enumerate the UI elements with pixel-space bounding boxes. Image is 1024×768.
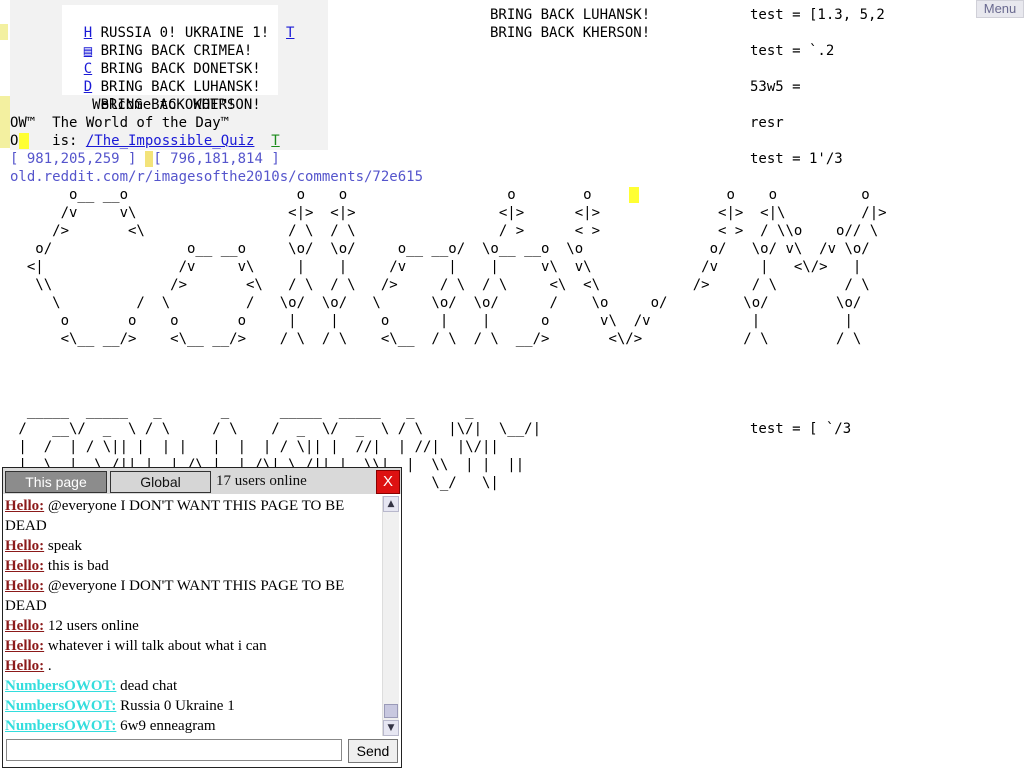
chat-message: Hello: speak — [4, 536, 382, 556]
test-line-6: test = [ `/3 — [750, 421, 852, 437]
chat-message: Hello: whatever i will talk about what i… — [4, 636, 382, 656]
world-line-1: H RUSSIA 0! UKRAINE 1! T — [50, 6, 295, 41]
chat-nickname[interactable]: NumbersOWOT: — [5, 698, 116, 714]
chat-nickname[interactable]: Hello: — [5, 658, 44, 674]
wotd-link[interactable]: /The_Impossible_Quiz — [86, 133, 255, 149]
coords-b: [ 796,181,814 ] — [153, 151, 280, 167]
link-t[interactable]: T — [286, 25, 294, 41]
scroll-down-icon[interactable]: ▼ — [383, 720, 399, 736]
chat-message: Hello: 12 users online — [4, 616, 382, 636]
tab-global[interactable]: Global — [110, 471, 211, 493]
chat-nickname[interactable]: NumbersOWOT: — [5, 718, 116, 734]
left-yellow-strip — [0, 24, 8, 40]
chat-text: @everyone I DON'T WANT THIS PAGE TO BE D… — [5, 498, 345, 534]
scroll-up-icon[interactable]: ▲ — [383, 496, 399, 512]
chat-text: dead chat — [116, 678, 178, 694]
chat-message: Hello: @everyone I DON'T WANT THIS PAGE … — [4, 496, 382, 536]
menu-button[interactable]: Menu — [976, 0, 1024, 18]
chat-log[interactable]: Hello: @everyone I DON'T WANT THIS PAGE … — [4, 496, 382, 736]
chat-scrollbar[interactable]: ▲ ▼ — [382, 496, 399, 736]
world-line-4: D BRING BACK LUHANSK! — [50, 60, 261, 95]
welcome-text: Welcome to OWOT™! — [50, 97, 236, 113]
chat-text: speak — [44, 538, 83, 554]
chat-text: whatever i will talk about what i can — [44, 638, 267, 654]
cursor-highlight-1 — [19, 133, 29, 149]
test-line-4: resr — [750, 115, 784, 131]
chat-message: Hello: . — [4, 656, 382, 676]
right-luhansk: BRING BACK LUHANSK! — [490, 7, 651, 23]
chat-nickname[interactable]: Hello: — [5, 498, 44, 514]
chat-text: 12 users online — [44, 618, 139, 634]
chat-text: Russia 0 Ukraine 1 — [116, 698, 235, 714]
chat-message: Hello: @everyone I DON'T WANT THIS PAGE … — [4, 576, 382, 616]
test-line-5: test = 1'/3 — [750, 151, 843, 167]
users-online-count: 17 users online — [216, 473, 307, 489]
reddit-url: old.reddit.com/r/imagesofthe2010s/commen… — [10, 169, 424, 185]
chat-header: This page Global 17 users online X — [3, 468, 401, 494]
chat-nickname[interactable]: Hello: — [5, 558, 44, 574]
test-line-3: 53w5 = — [750, 79, 801, 95]
test-line-1: test = [1.3, 5,2 — [750, 7, 885, 23]
wotd-row: O is: /The_Impossible_Quiz T — [10, 133, 280, 149]
world-line-3: C BRING BACK DONETSK! — [50, 42, 261, 77]
test-line-2: test = `.2 — [750, 43, 835, 59]
coords-a: [ 981,205,259 ] — [10, 151, 137, 167]
chat-nickname[interactable]: NumbersOWOT: — [5, 678, 116, 694]
chat-message: NumbersOWOT: 6w9 enneagram — [4, 716, 382, 736]
scroll-thumb[interactable] — [384, 704, 398, 718]
wotd-label: OW™ The World of the Day™ — [10, 115, 230, 131]
chat-message: NumbersOWOT: Russia 0 Ukraine 1 — [4, 696, 382, 716]
link-t2[interactable]: T — [271, 133, 279, 149]
chat-text: 6w9 enneagram — [116, 718, 216, 734]
send-button[interactable]: Send — [348, 739, 398, 763]
chat-text: @everyone I DON'T WANT THIS PAGE TO BE D… — [5, 578, 345, 614]
chat-nickname[interactable]: Hello: — [5, 538, 44, 554]
close-chat-button[interactable]: X — [376, 470, 400, 494]
chat-message: NumbersOWOT: dead chat — [4, 676, 382, 696]
chat-nickname[interactable]: Hello: — [5, 578, 44, 594]
tab-this-page[interactable]: This page — [5, 471, 107, 493]
chat-message: Hello: this is bad — [4, 556, 382, 576]
right-kherson: BRING BACK KHERSON! — [490, 25, 651, 41]
chat-text: . — [44, 658, 52, 674]
coords-row: [ 981,205,259 ] [ 796,181,814 ] — [10, 150, 280, 168]
chat-message-input[interactable] — [6, 739, 342, 761]
chat-text: this is bad — [44, 558, 109, 574]
chat-window: This page Global 17 users online X Hello… — [2, 467, 402, 768]
world-line-5: BRING BACK KHERSON! — [50, 78, 261, 113]
world-line-2: ▤ BRING BACK CRIMEA! — [50, 24, 253, 59]
chat-nickname[interactable]: Hello: — [5, 618, 44, 634]
ascii-art-owot: o__ __o o o o o o o o /v v\ <|> <|> <|> … — [26, 187, 887, 347]
chat-nickname[interactable]: Hello: — [5, 638, 44, 654]
left-yellow-strip-2 — [0, 96, 10, 148]
